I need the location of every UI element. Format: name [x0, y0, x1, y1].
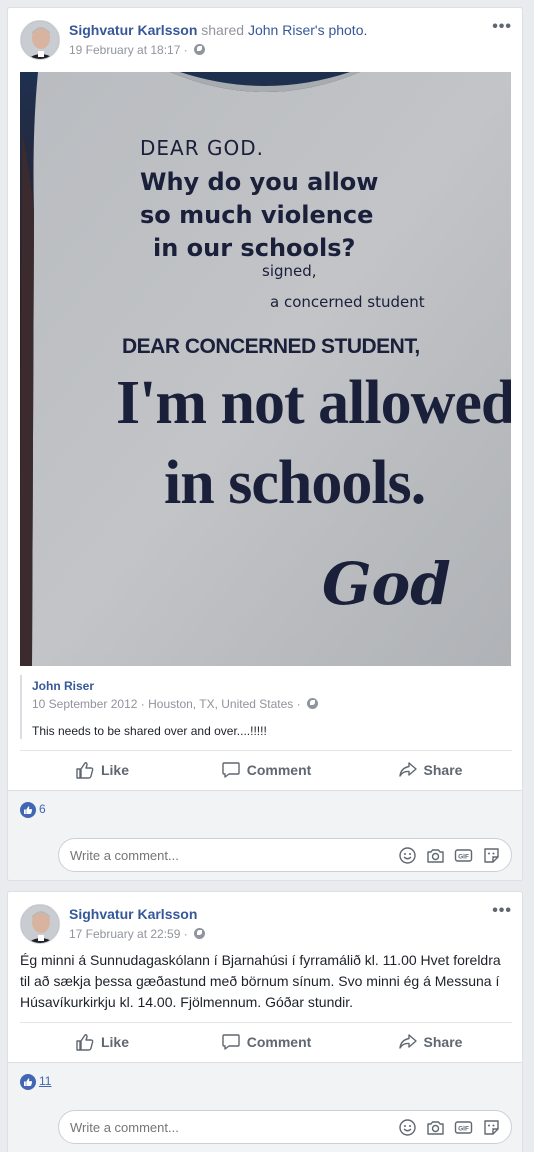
original-post-quote: John Riser 10 September 2012 · Houston, … [20, 675, 511, 739]
timestamp-link[interactable]: 19 February at 18:17 [69, 43, 180, 57]
comment-button[interactable]: Comment [184, 751, 348, 788]
emoji-icon[interactable] [398, 1118, 417, 1137]
camera-icon[interactable] [426, 1118, 445, 1137]
shirt-text-line9: in schools. [164, 449, 426, 517]
separator: · [183, 43, 192, 57]
comment-input-box[interactable]: GIF [58, 838, 512, 872]
emoji-icon[interactable] [398, 846, 417, 865]
comment-icon [222, 1033, 240, 1050]
separator: · [140, 697, 145, 711]
post-actions: Like Comment Share [20, 1022, 512, 1060]
thumbs-up-icon [76, 761, 94, 779]
like-button[interactable]: Like [20, 1023, 184, 1060]
shirt-text-line1: DEAR GOD. [140, 136, 264, 160]
shared-word: shared [201, 22, 245, 38]
shared-target-link[interactable]: John Riser [248, 22, 315, 38]
sticker-icon[interactable] [482, 1118, 501, 1137]
gif-icon[interactable]: GIF [454, 1118, 473, 1137]
comment-tools: GIF [398, 1118, 501, 1137]
shirt-text-line6: a concerned student [270, 293, 425, 311]
like-label: Like [100, 1033, 129, 1050]
avatar[interactable] [20, 904, 60, 944]
comment-input[interactable] [70, 1120, 370, 1135]
avatar-image [21, 905, 59, 943]
reactions-bar[interactable]: 6 [8, 790, 522, 826]
comment-label: Comment [246, 761, 312, 778]
post-header: Sighvatur Karlsson 17 February at 22:59 … [8, 892, 522, 952]
reactions-bar[interactable]: 11 [8, 1062, 522, 1098]
camera-icon[interactable] [426, 846, 445, 865]
like-button[interactable]: Like [20, 751, 184, 788]
like-reaction-icon [20, 802, 36, 818]
post-photo[interactable]: DEAR GOD. Why do you allow so much viole… [20, 72, 511, 666]
comment-section: GIF [8, 826, 522, 880]
author-link[interactable]: Sighvatur Karlsson [69, 22, 197, 38]
globe-icon [194, 44, 206, 55]
shirt-text-line3: so much violence [140, 201, 374, 229]
author-link[interactable]: Sighvatur Karlsson [69, 906, 197, 922]
original-text: This needs to be shared over and over...… [32, 724, 267, 738]
original-location[interactable]: Houston, TX, United States [148, 697, 293, 711]
more-options-icon[interactable]: ••• [492, 902, 512, 920]
post-meta: 17 February at 22:59 · [69, 927, 206, 941]
shirt-text-line4: in our schools? [153, 234, 356, 262]
sticker-icon[interactable] [482, 846, 501, 865]
original-meta: 10 September 2012 · Houston, TX, United … [32, 697, 318, 711]
like-reaction-icon [20, 1074, 36, 1090]
original-date[interactable]: 10 September 2012 [32, 697, 137, 711]
avatar[interactable] [20, 20, 60, 60]
post-meta: 19 February at 18:17 · [69, 43, 206, 57]
share-icon [398, 761, 417, 777]
svg-text:GIF: GIF [458, 1126, 469, 1133]
shirt-text-line2: Why do you allow [140, 168, 379, 196]
post-header: Sighvatur Karlsson shared John Riser's p… [8, 8, 522, 68]
like-label: Like [100, 761, 129, 778]
like-count[interactable]: 6 [39, 802, 46, 816]
original-author-link[interactable]: John Riser [32, 679, 94, 693]
comment-input-box[interactable]: GIF [58, 1110, 512, 1144]
comment-label: Comment [246, 1033, 312, 1050]
share-button[interactable]: Share [348, 751, 512, 788]
share-label: Share [423, 761, 463, 778]
share-button[interactable]: Share [348, 1023, 512, 1060]
svg-text:GIF: GIF [458, 854, 469, 861]
post-header-line: Sighvatur Karlsson shared John Riser's p… [69, 22, 367, 38]
avatar-image [21, 21, 59, 59]
post-header-line: Sighvatur Karlsson [69, 906, 197, 922]
share-label: Share [423, 1033, 463, 1050]
thumbs-up-icon [76, 1033, 94, 1051]
separator: · [296, 697, 301, 711]
gif-icon[interactable]: GIF [454, 846, 473, 865]
post-card: Sighvatur Karlsson 17 February at 22:59 … [7, 891, 523, 1152]
post-card: Sighvatur Karlsson shared John Riser's p… [7, 7, 523, 881]
separator: · [183, 927, 192, 941]
globe-icon [307, 698, 318, 709]
share-icon [398, 1033, 417, 1049]
more-options-icon[interactable]: ••• [492, 18, 512, 36]
post-text: Ég minni á Sunnudagaskólann í Bjarnahúsi… [20, 952, 501, 1010]
comment-tools: GIF [398, 846, 501, 865]
timestamp-link[interactable]: 17 February at 22:59 [69, 927, 180, 941]
comment-input[interactable] [70, 848, 370, 863]
shirt-text-signature: God [322, 550, 451, 618]
globe-icon [194, 928, 206, 939]
comment-icon [222, 761, 240, 778]
post-actions: Like Comment Share [20, 750, 512, 788]
shirt-text-line8: I'm not allowed [116, 369, 511, 437]
like-count[interactable]: 11 [39, 1074, 51, 1088]
shirt-text-line7: DEAR CONCERNED STUDENT, [122, 335, 420, 358]
shirt-text-line5: signed, [262, 262, 317, 280]
comment-button[interactable]: Comment [184, 1023, 348, 1060]
shared-object-link[interactable]: 's photo. [315, 22, 368, 38]
comment-section: GIF [8, 1098, 522, 1152]
